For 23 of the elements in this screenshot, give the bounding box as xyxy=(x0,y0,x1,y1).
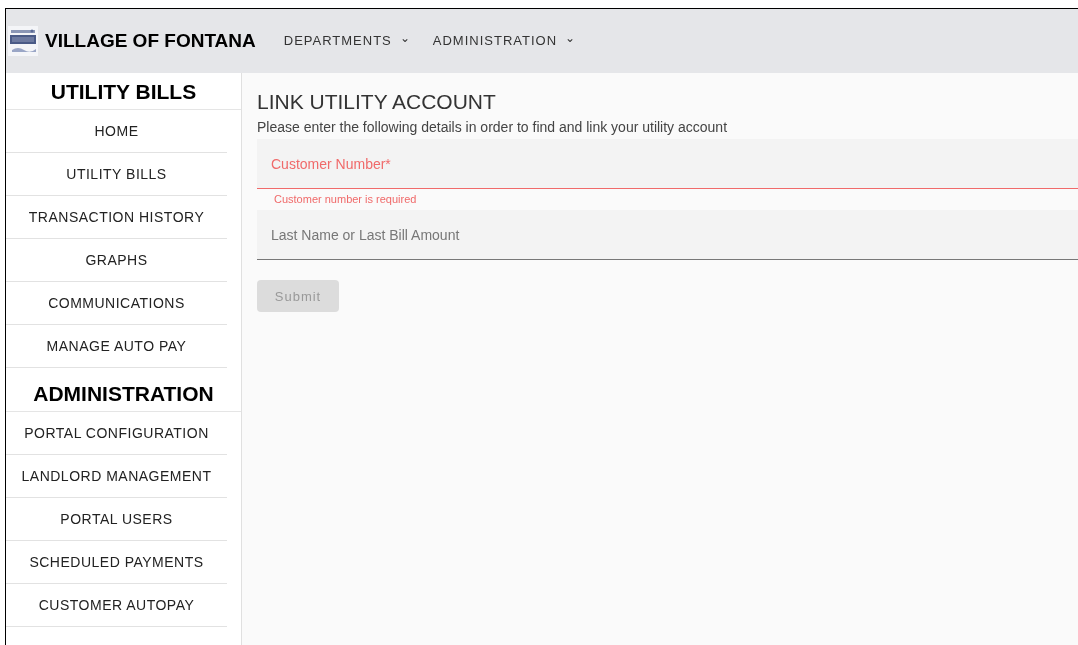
input-field[interactable]: Customer Number* xyxy=(257,139,1078,190)
sidebar-item[interactable]: MANAGE AUTO PAY xyxy=(6,325,227,368)
sidebar-item[interactable]: LANDLORD MANAGEMENT xyxy=(6,455,227,498)
caret-icon: ⌄ xyxy=(399,32,411,44)
sidebar-item[interactable]: UTILITY BILLS xyxy=(6,153,227,196)
sidebar-item[interactable]: CUSTOMER AUTOPAY xyxy=(6,584,227,627)
sidebar-item[interactable]: PORTAL USERS xyxy=(6,498,227,541)
sidebar-item[interactable]: PORTAL CONFIGURATION xyxy=(6,412,227,455)
sidebar-item[interactable]: GRAPHS xyxy=(6,239,227,282)
section-heading: UTILITY BILLS xyxy=(6,74,241,110)
intro-text: Please enter the following details in order to find and link your utility account xyxy=(257,118,729,138)
caret-icon: ⌄ xyxy=(565,32,577,44)
menu-dropdown[interactable]: ADMINISTRATION ⌄ xyxy=(432,31,577,51)
sidebar-item[interactable]: HOME xyxy=(6,110,227,153)
input-field[interactable]: Last Name or Last Bill Amount xyxy=(257,210,1078,261)
error-message: Customer number is required xyxy=(273,192,418,208)
sidebar-item[interactable]: TRANSACTION HISTORY xyxy=(6,196,227,239)
site-title: VILLAGE OF FONTANA xyxy=(45,28,256,53)
page-title: LINK UTILITY ACCOUNT xyxy=(257,89,497,115)
menu-dropdown[interactable]: DEPARTMENTS ⌄ xyxy=(283,31,411,51)
section-heading: ADMINISTRATION xyxy=(6,376,241,412)
sidebar-item[interactable]: COMMUNICATIONS xyxy=(6,282,227,325)
sidebar-item[interactable]: SCHEDULED PAYMENTS xyxy=(6,541,227,584)
